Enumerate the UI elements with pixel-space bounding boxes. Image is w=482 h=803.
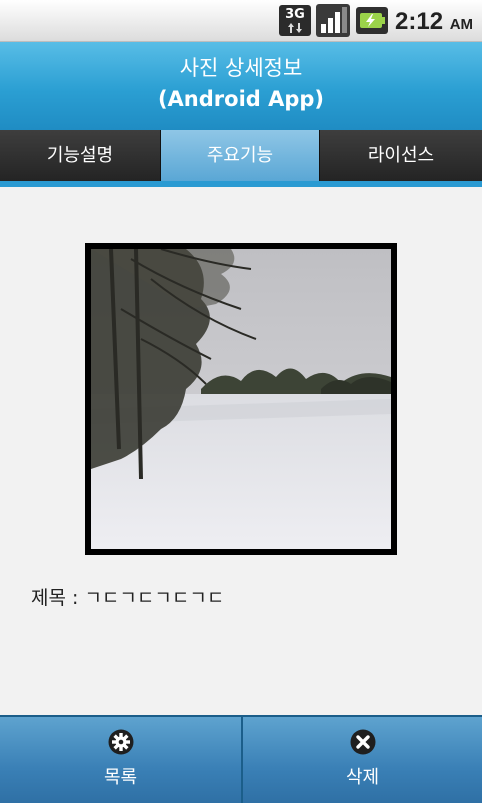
close-icon (350, 729, 375, 755)
photo-frame (85, 243, 397, 555)
tab-license[interactable]: 라이선스 (320, 130, 482, 181)
data-arrows-icon (288, 23, 302, 33)
photo-title-label: 제목 : (31, 587, 85, 609)
bottom-action-bar: 목록 삭제 (0, 715, 482, 803)
gear-icon (108, 729, 133, 755)
delete-button-label: 삭제 (345, 767, 380, 788)
delete-button[interactable]: 삭제 (243, 717, 482, 803)
list-button-label: 목록 (103, 767, 138, 788)
page-title: 사진 상세정보 (179, 56, 303, 80)
app-title-bar: 사진 상세정보 (Android App) (0, 42, 482, 130)
tab-description[interactable]: 기능설명 (0, 130, 160, 181)
network-type-label: 3G (285, 7, 305, 22)
tab-main-features[interactable]: 주요기능 (161, 130, 319, 181)
signal-strength-icon (316, 4, 350, 37)
photo-title-row: 제목 : ㄱㄷㄱㄷㄱㄷㄱㄷ (31, 583, 224, 610)
page-subtitle: (Android App) (157, 87, 325, 111)
clock: 2:12 AM (395, 7, 473, 37)
tab-bar: 기능설명 주요기능 라이선스 (0, 130, 482, 181)
battery-charging-icon (356, 7, 388, 34)
clock-time: 2:12 (395, 8, 444, 35)
list-button[interactable]: 목록 (0, 717, 241, 803)
clock-ampm: AM (449, 16, 474, 33)
status-bar: 3G 2:12 AM (0, 0, 482, 42)
photo-image[interactable] (91, 249, 391, 549)
network-3g-icon: 3G (279, 5, 311, 36)
photo-detail-content: 제목 : ㄱㄷㄱㄷㄱㄷㄱㄷ (0, 187, 482, 715)
photo-title-value: ㄱㄷㄱㄷㄱㄷㄱㄷ (84, 587, 225, 609)
